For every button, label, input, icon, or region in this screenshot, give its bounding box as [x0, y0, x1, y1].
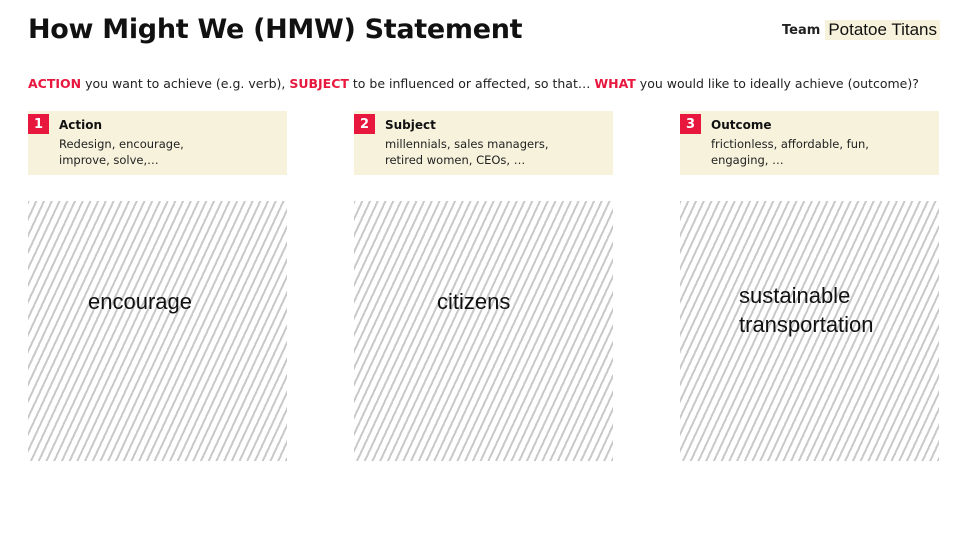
card-description: Redesign, encourage, improve, solve,…	[59, 136, 279, 168]
subject-card: 2 Subject millennials, sales managers, r…	[354, 111, 613, 175]
outcome-card: 3 Outcome frictionless, affordable, fun,…	[680, 111, 939, 175]
what-keyword: WHAT	[594, 76, 636, 91]
action-card: 1 Action Redesign, encourage, improve, s…	[28, 111, 287, 175]
team-badge: Team Potatoe Titans	[782, 20, 940, 40]
page-title: How Might We (HMW) Statement	[28, 14, 523, 45]
card-description: frictionless, affordable, fun, engaging,…	[711, 136, 931, 168]
step-number-badge: 2	[354, 114, 375, 134]
card-title: Outcome	[711, 118, 772, 132]
card-description: millennials, sales managers, retired wom…	[385, 136, 605, 168]
prompt-text-2: to be influenced or affected, so that…	[348, 76, 595, 91]
team-label: Team	[782, 22, 821, 38]
card-description-line: millennials, sales managers,	[385, 137, 549, 151]
card-description-line: frictionless, affordable, fun,	[711, 137, 869, 151]
step-number-badge: 3	[680, 114, 701, 134]
action-keyword: ACTION	[28, 76, 82, 91]
answer-line: citizens	[437, 289, 511, 314]
prompt-text-1: you want to achieve (e.g. verb),	[81, 76, 290, 91]
action-answer-area[interactable]	[28, 201, 287, 461]
subject-answer-area[interactable]	[354, 201, 613, 461]
team-name-field[interactable]: Potatoe Titans	[825, 20, 940, 40]
card-title: Subject	[385, 118, 436, 132]
card-description-line: engaging, …	[711, 153, 784, 167]
answer-line: encourage	[88, 289, 192, 314]
outcome-answer-text[interactable]: sustainable transportation	[739, 281, 874, 339]
card-description-line: Redesign, encourage,	[59, 137, 184, 151]
subject-answer-text[interactable]: citizens	[437, 287, 510, 316]
answer-line: transportation	[739, 312, 874, 337]
card-title: Action	[59, 118, 103, 132]
answer-line: sustainable	[739, 283, 851, 308]
subject-keyword: SUBJECT	[289, 76, 349, 91]
card-description-line: retired women, CEOs, …	[385, 153, 526, 167]
card-description-line: improve, solve,…	[59, 153, 159, 167]
hmw-prompt: ACTION you want to achieve (e.g. verb), …	[28, 76, 938, 91]
action-answer-text[interactable]: encourage	[88, 287, 192, 316]
prompt-text-3: you would like to ideally achieve (outco…	[635, 76, 919, 91]
step-number-badge: 1	[28, 114, 49, 134]
